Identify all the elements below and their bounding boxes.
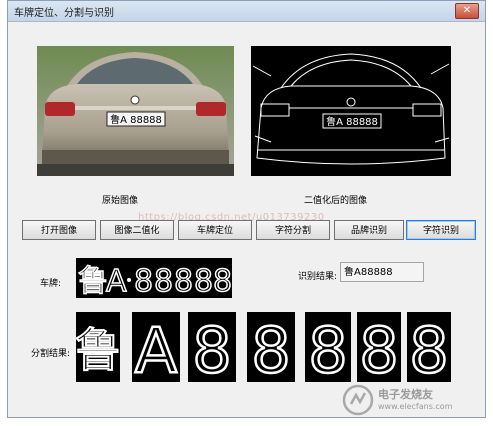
brand-recognize-button[interactable]: 品牌识别 [334,220,404,240]
char-recognize-button[interactable]: 字符识别 [406,220,476,240]
elecfans-logo-icon [342,384,374,416]
plate-char-0: 鲁 [78,264,108,298]
window-title: 车牌定位、分割与识别 [14,8,114,19]
plate-char-2: 8 [134,264,153,298]
plate-image: 鲁 A 8 8 8 8 8 [76,258,233,300]
segment-char-0: 鲁 [74,312,122,382]
segment-chars-button[interactable]: 字符分割 [256,220,330,240]
segment-text-4: 8 [308,314,347,382]
binary-car-picture: 鲁A 88888 [251,46,451,176]
segment-text-5: 8 [359,314,398,382]
segment-text-1: A [135,314,177,382]
segmentation-label: 分割结果: [31,349,71,359]
plate-binary-strip: 鲁 A 8 8 8 8 8 [76,258,233,300]
open-image-button[interactable]: 打开图像 [22,220,96,240]
segment-text-6: 8 [409,314,448,382]
segment-char-2: 8 [188,312,236,388]
plate-char-5: 8 [194,264,213,298]
result-label: 识别结果: [298,272,338,282]
segment-text-3: 8 [251,314,290,382]
original-caption: 原始图像 [102,196,139,206]
segment-text-2: 8 [192,314,231,382]
plate-char-4: 8 [174,264,193,298]
plate-char-6: 8 [213,264,232,298]
locate-plate-button[interactable]: 车牌定位 [178,220,252,240]
segment-char-6: 8 [407,312,451,388]
segment-char-1: A [132,312,180,388]
segment-char-4: 8 [305,312,351,388]
plate-char-3: 8 [154,264,173,298]
original-image: 鲁A 88888 [37,46,234,176]
original-car-picture: 鲁A 88888 [37,46,234,176]
binary-caption: 二值化后的图像 [304,196,368,206]
binarize-button[interactable]: 图像二值化 [100,220,174,240]
segment-char-5: 8 [357,312,401,388]
plate-label: 车牌: [40,279,62,289]
segment-char-3: 8 [247,312,295,388]
brand-name: 电子发烧友 [378,388,433,401]
binary-image: 鲁A 88888 [251,46,451,176]
plate-char-1: A [106,264,127,298]
binary-plate-text: 鲁A 88888 [326,115,378,128]
segment-text-0: 鲁 [76,323,120,377]
result-field[interactable]: 鲁A88888 [340,262,424,282]
car-plate-text: 鲁A 88888 [110,113,162,126]
brand-url: www.elecfans.com [378,402,453,411]
title-bar: 车牌定位、分割与识别 ✕ [8,1,485,22]
close-button[interactable]: ✕ [455,3,479,19]
